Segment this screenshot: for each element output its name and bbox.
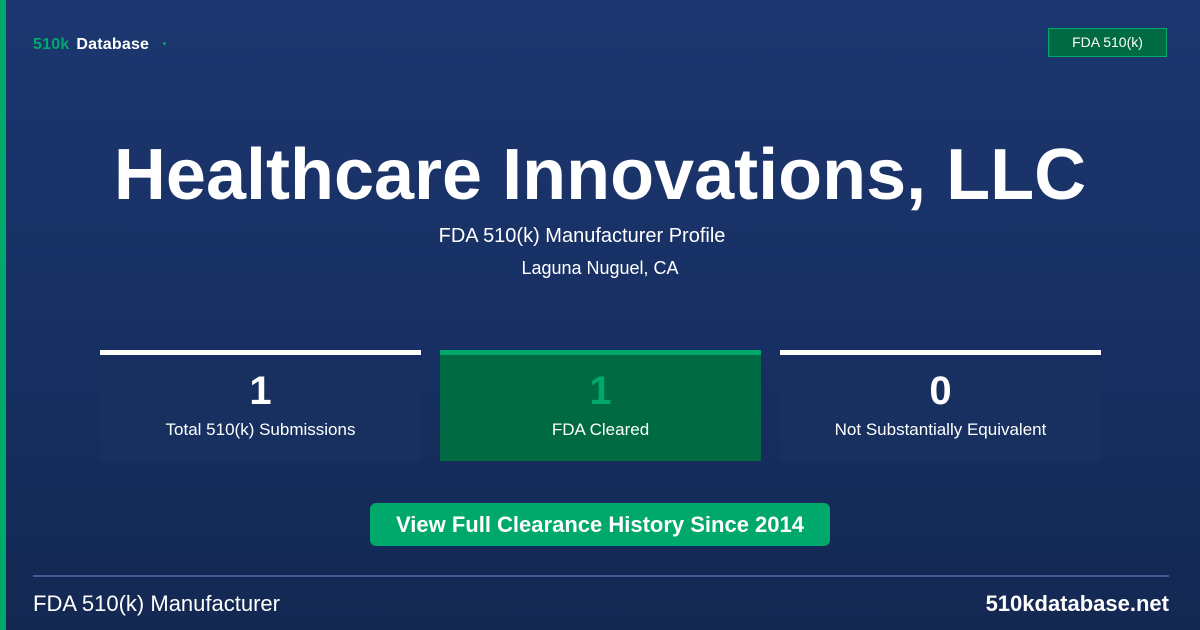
manufacturer-title: Healthcare Innovations, LLC	[113, 135, 1087, 215]
stat-value: 0	[929, 369, 952, 413]
stat-value: 1	[589, 369, 612, 413]
footer-category: FDA 510(k) Manufacturer	[33, 591, 280, 616]
stat-card-total-submissions: 1 Total 510(k) Submissions	[100, 350, 421, 461]
brand-logo[interactable]: 510k Database	[33, 36, 167, 54]
og-card: 510k Database FDA 510(k) Healthcare Inno…	[0, 0, 1200, 630]
fda-510k-badge: FDA 510(k)	[1048, 28, 1167, 57]
stat-card-fda-cleared: 1 FDA Cleared	[440, 350, 761, 461]
brand-dot-icon	[163, 41, 167, 45]
stat-value: 1	[249, 369, 272, 413]
stat-label: FDA Cleared	[551, 420, 650, 439]
profile-subtitle: FDA 510(k) Manufacturer Profile	[438, 225, 726, 247]
footer-divider	[33, 575, 1169, 577]
brand-accent-text: 510k	[33, 36, 70, 53]
view-clearance-history-button[interactable]: View Full Clearance History Since 2014	[370, 503, 830, 546]
manufacturer-location: Laguna Nuguel, CA	[521, 258, 679, 278]
footer-site-link[interactable]: 510kdatabase.net	[986, 591, 1169, 617]
stat-label: Total 510(k) Submissions	[165, 420, 356, 439]
stat-card-not-substantially-equivalent: 0 Not Substantially Equivalent	[780, 350, 1101, 461]
stat-label: Not Substantially Equivalent	[834, 420, 1047, 439]
brand-name: Database	[76, 36, 150, 53]
left-accent-bar	[0, 0, 6, 630]
